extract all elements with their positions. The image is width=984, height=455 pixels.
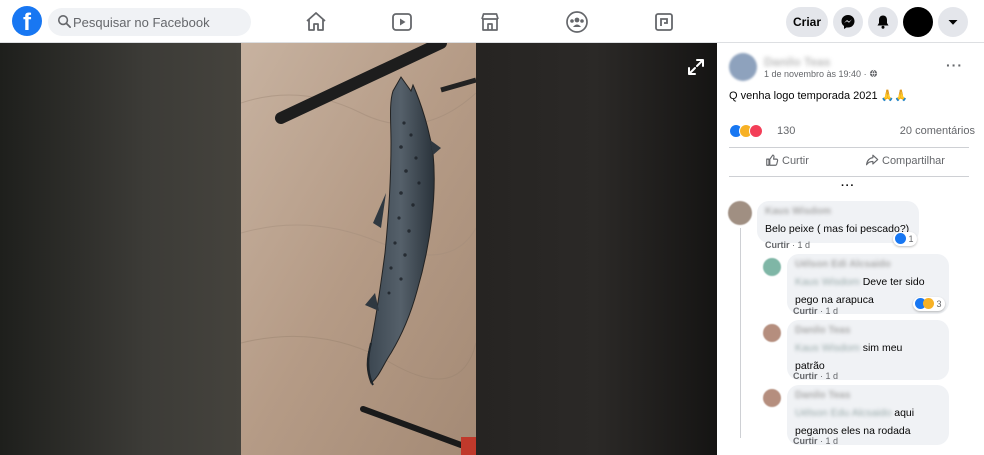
reaction-icons xyxy=(729,124,773,138)
comment-reaction-badge[interactable]: 1 xyxy=(893,232,917,246)
share-button[interactable]: Compartilhar xyxy=(865,153,945,173)
post-details-panel: Danilo Teas 1 de novembro às 19:40 · ···… xyxy=(717,43,984,455)
comment-text: Kaus Wisdom sim meu patrão xyxy=(795,342,902,372)
post-author-name[interactable]: Danilo Teas xyxy=(764,55,830,69)
commenter-name[interactable]: Uélson Edi Alcsaido xyxy=(795,259,941,270)
like-label: Curtir xyxy=(782,155,809,167)
thread-line xyxy=(740,228,741,438)
messenger-icon xyxy=(841,15,855,29)
reaction-count[interactable]: 130 xyxy=(777,125,795,137)
comment-time[interactable]: · 1 d xyxy=(818,371,838,381)
photo-viewer xyxy=(0,43,717,455)
photo-blur-background-right xyxy=(476,43,717,455)
post-time-text: 1 de novembro às 19:40 · xyxy=(764,69,870,79)
comment-meta: Curtir · 1 d xyxy=(793,436,838,446)
commenter-avatar[interactable] xyxy=(728,201,752,225)
like-button[interactable]: Curtir xyxy=(765,153,809,173)
comment-like-link[interactable]: Curtir xyxy=(793,371,818,381)
post-caption: Q venha logo temporada 2021 🙏🙏 xyxy=(729,90,909,102)
comment-like-link[interactable]: Curtir xyxy=(765,240,790,250)
thumbs-up-icon xyxy=(766,154,779,166)
comment-text: Belo peixe ( mas foi pescado?) xyxy=(765,223,910,235)
commenter-name[interactable]: Danilo Teas xyxy=(795,325,941,336)
comment-text-line2: pego na arapuca xyxy=(795,294,874,306)
home-icon[interactable] xyxy=(304,10,328,34)
divider xyxy=(729,147,969,148)
comment-time[interactable]: · 1 d xyxy=(818,436,838,446)
author-avatar[interactable] xyxy=(729,53,757,81)
mentioned-user[interactable]: Kaus Wisdom xyxy=(795,342,860,354)
top-navigation-bar: f Criar xyxy=(0,0,984,43)
reactions-summary[interactable]: 130 20 comentários xyxy=(729,124,975,138)
comment-meta: Curtir · 1 d xyxy=(765,240,810,250)
share-label: Compartilhar xyxy=(882,155,945,167)
comment-text-line1: Deve ter sido xyxy=(859,276,925,288)
account-avatar[interactable] xyxy=(903,7,933,37)
photo-blur-background-left xyxy=(0,43,241,455)
expand-icon[interactable] xyxy=(686,57,706,77)
mentioned-user[interactable]: Uélson Edu Alcsaido xyxy=(795,407,891,419)
comment-text: Uélson Edu Alcsaido aqui pegamos eles na … xyxy=(795,407,914,437)
messenger-button[interactable] xyxy=(833,7,863,37)
love-reaction-icon xyxy=(749,124,763,138)
post-photo[interactable] xyxy=(240,43,477,455)
comment-meta: Curtir · 1 d xyxy=(793,371,838,381)
notifications-button[interactable] xyxy=(868,7,898,37)
commenter-name[interactable]: Danilo Teas xyxy=(795,390,941,401)
comment-text-line1: sim meu xyxy=(859,342,903,354)
account-menu-button[interactable] xyxy=(938,7,968,37)
comment-reaction-count: 3 xyxy=(936,299,942,309)
commenter-avatar[interactable] xyxy=(763,324,781,342)
search-box[interactable] xyxy=(48,8,251,36)
caret-down-icon xyxy=(948,20,958,25)
comment-text-line1: aqui xyxy=(891,407,915,419)
comment-like-link[interactable]: Curtir xyxy=(793,436,818,446)
comment-reaction-count: 1 xyxy=(908,234,914,244)
comment-reaction-badge[interactable]: 3 xyxy=(913,297,945,311)
bell-icon xyxy=(877,15,889,29)
share-arrow-icon xyxy=(866,154,879,166)
post-timestamp[interactable]: 1 de novembro às 19:40 · xyxy=(764,69,878,79)
comment-text: Kaus Wisdom Deve ter sido pego na arapuca xyxy=(795,276,925,306)
comment-like-link[interactable]: Curtir xyxy=(793,306,818,316)
fish-photo-illustration xyxy=(240,43,477,455)
post-options-button[interactable]: ··· xyxy=(946,57,963,73)
marketplace-icon[interactable] xyxy=(478,10,502,34)
haha-reaction-icon xyxy=(923,298,934,309)
commenter-avatar[interactable] xyxy=(763,389,781,407)
search-icon xyxy=(57,14,71,28)
more-comments-button[interactable]: ··· xyxy=(841,180,855,192)
mentioned-user[interactable]: Kaus Wisdom xyxy=(795,276,860,288)
gaming-icon[interactable] xyxy=(652,10,676,34)
divider xyxy=(729,176,969,177)
comment-time[interactable]: · 1 d xyxy=(790,240,810,250)
create-button[interactable]: Criar xyxy=(786,7,828,37)
facebook-logo-icon[interactable]: f xyxy=(12,6,42,36)
globe-icon xyxy=(869,69,878,78)
like-reaction-icon xyxy=(895,233,906,244)
comment-time[interactable]: · 1 d xyxy=(818,306,838,316)
commenter-name[interactable]: Kaus Wisdom xyxy=(765,206,911,217)
video-icon[interactable] xyxy=(390,10,414,34)
comment-count[interactable]: 20 comentários xyxy=(900,125,975,137)
comment-meta: Curtir · 1 d xyxy=(793,306,838,316)
search-input[interactable] xyxy=(73,8,248,36)
groups-icon[interactable] xyxy=(565,10,589,34)
commenter-avatar[interactable] xyxy=(763,258,781,276)
